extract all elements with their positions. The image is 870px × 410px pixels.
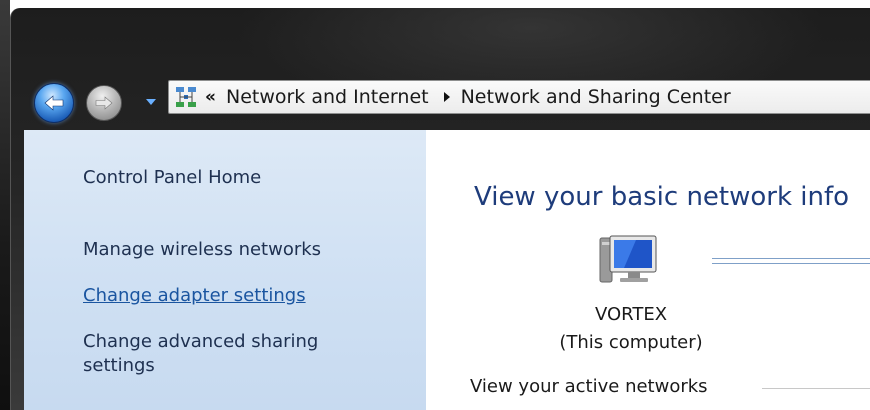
- change-advanced-sharing-link[interactable]: Change advanced sharing settings: [83, 330, 383, 378]
- manage-wireless-networks-link[interactable]: Manage wireless networks: [83, 238, 321, 262]
- recent-pages-button[interactable]: [144, 96, 158, 108]
- main-content: View your basic network info VORTEX (Thi…: [426, 130, 870, 410]
- computer-subtitle: (This computer): [559, 332, 703, 353]
- breadcrumb-separator-icon[interactable]: [443, 91, 451, 103]
- control-panel-home-link[interactable]: Control Panel Home: [83, 166, 261, 190]
- computer-icon: [599, 235, 657, 283]
- breadcrumb-network-internet[interactable]: Network and Internet: [226, 86, 429, 108]
- active-networks-heading: View your active networks: [470, 376, 708, 397]
- forward-button[interactable]: [86, 85, 122, 121]
- forward-arrow-icon: [95, 96, 113, 110]
- back-button[interactable]: [34, 83, 74, 123]
- overflow-chevron-icon[interactable]: «: [205, 87, 216, 107]
- section-divider: [762, 388, 870, 389]
- network-center-icon: [176, 87, 196, 107]
- left-task-pane: Control Panel Home Manage wireless netwo…: [24, 130, 426, 410]
- back-arrow-icon: [44, 95, 64, 111]
- change-adapter-settings-link[interactable]: Change adapter settings: [83, 284, 306, 308]
- desktop-left-edge: [0, 0, 10, 410]
- chevron-down-icon: [146, 99, 156, 105]
- address-bar[interactable]: « Network and Internet Network and Shari…: [168, 80, 870, 114]
- breadcrumb-sharing-center[interactable]: Network and Sharing Center: [461, 86, 731, 108]
- computer-name: VORTEX: [594, 304, 668, 325]
- network-connection-line: [712, 258, 870, 264]
- page-title: View your basic network info: [474, 182, 850, 212]
